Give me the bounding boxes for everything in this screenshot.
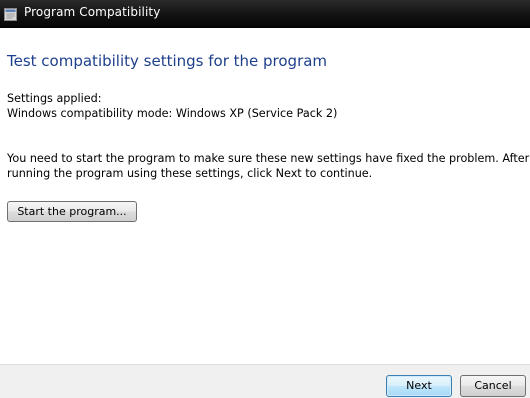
- instructions-line-1: You need to start the program to make su…: [7, 152, 530, 165]
- program-compatibility-window: Program Compatibility Test compatibility…: [0, 0, 530, 398]
- program-icon: [4, 6, 17, 21]
- page-heading: Test compatibility settings for the prog…: [7, 52, 328, 70]
- start-program-button[interactable]: Start the program...: [7, 201, 137, 222]
- settings-applied-label: Settings applied:: [7, 92, 102, 105]
- instructions-line-2: running the program using these settings…: [7, 167, 373, 180]
- next-button[interactable]: Next: [386, 375, 452, 397]
- compatibility-mode-value: Windows compatibility mode: Windows XP (…: [7, 107, 338, 120]
- window-title: Program Compatibility: [24, 5, 161, 19]
- title-bar[interactable]: Program Compatibility: [0, 0, 530, 28]
- cancel-button[interactable]: Cancel: [460, 375, 526, 397]
- wizard-footer: Next Cancel: [0, 364, 530, 398]
